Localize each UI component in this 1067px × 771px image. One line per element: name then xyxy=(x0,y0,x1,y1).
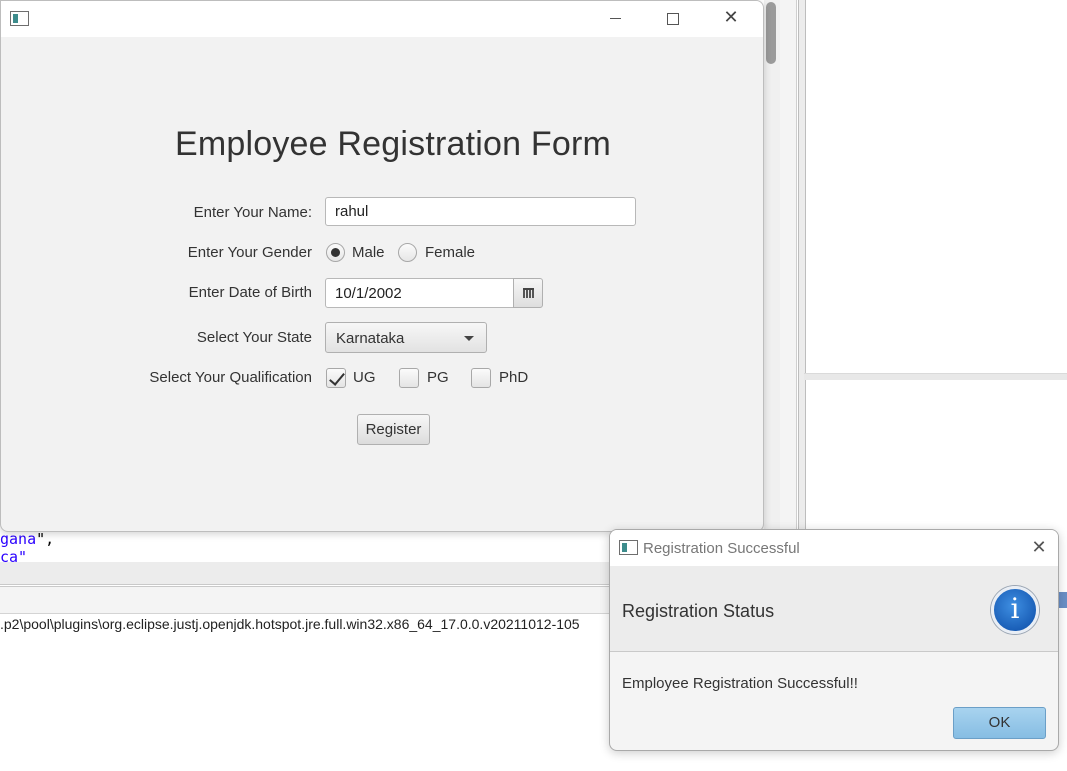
dialog-title: Registration Successful xyxy=(643,540,800,557)
minimize-icon xyxy=(609,18,621,19)
registration-success-dialog: Registration Successful ✕ Registration S… xyxy=(609,529,1059,751)
java-app-icon xyxy=(619,540,638,555)
dob-input[interactable] xyxy=(325,278,514,308)
name-input[interactable] xyxy=(325,197,636,226)
ide-panel-divider[interactable] xyxy=(804,373,1067,380)
gender-radio-female[interactable] xyxy=(398,243,417,262)
maximize-button[interactable] xyxy=(644,1,702,35)
maximize-icon xyxy=(667,12,679,25)
gender-male-label[interactable]: Male xyxy=(352,244,385,261)
gender-female-label[interactable]: Female xyxy=(425,244,475,261)
close-button[interactable]: ✕ xyxy=(702,1,760,35)
qualification-checkbox-pg[interactable] xyxy=(399,368,419,388)
ide-console-toolbar xyxy=(0,562,610,585)
minimize-button[interactable] xyxy=(586,1,644,35)
date-picker-button[interactable] xyxy=(513,278,543,308)
qualification-checkbox-phd[interactable] xyxy=(471,368,491,388)
calendar-icon xyxy=(523,288,534,298)
close-icon: ✕ xyxy=(723,7,739,28)
ide-scrollbar-thumb[interactable] xyxy=(766,2,776,64)
state-select-value: Karnataka xyxy=(336,330,405,347)
state-select[interactable]: Karnataka xyxy=(325,322,487,353)
qualification-pg-label[interactable]: PG xyxy=(427,369,449,386)
dob-label: Enter Date of Birth xyxy=(188,284,312,301)
ide-console-output[interactable] xyxy=(0,638,610,771)
dialog-header-text: Registration Status xyxy=(622,601,775,621)
gender-radio-male[interactable] xyxy=(326,243,345,262)
close-icon: ✕ xyxy=(1031,537,1047,558)
code-punct: ", xyxy=(36,530,55,548)
code-string: gana xyxy=(0,530,37,548)
qualification-phd-label[interactable]: PhD xyxy=(499,369,528,386)
ide-right-panel xyxy=(796,0,1067,530)
qualification-label: Select Your Qualification xyxy=(149,369,312,386)
chevron-down-icon xyxy=(464,336,474,341)
dialog-close-button[interactable]: ✕ xyxy=(1024,534,1054,562)
registration-form-window: ✕ Employee Registration Form Enter Your … xyxy=(0,0,764,532)
ide-sash-divider[interactable] xyxy=(798,0,806,530)
ide-sash[interactable] xyxy=(780,0,797,530)
gender-label: Enter Your Gender xyxy=(187,244,312,261)
dialog-header: Registration Status i xyxy=(610,566,1058,652)
dialog-titlebar[interactable]: Registration Successful ✕ xyxy=(610,530,1058,566)
ide-code-editor[interactable]: gana", ca" xyxy=(0,530,610,566)
state-label: Select Your State xyxy=(196,329,312,346)
ide-console-header xyxy=(0,586,610,614)
code-line: gana", xyxy=(0,530,54,548)
java-app-icon xyxy=(10,11,29,26)
register-button[interactable]: Register xyxy=(357,414,430,445)
name-label: Enter Your Name: xyxy=(193,204,312,221)
page-title: Employee Registration Form xyxy=(174,125,612,163)
ide-editor-scrollbar[interactable] xyxy=(764,0,780,530)
window-titlebar[interactable]: ✕ xyxy=(1,1,763,37)
dialog-message: Employee Registration Successful!! xyxy=(622,675,858,692)
qualification-ug-label[interactable]: UG xyxy=(353,369,376,386)
qualification-checkbox-ug[interactable] xyxy=(326,368,346,388)
console-launch-path: .p2\pool\plugins\org.eclipse.justj.openj… xyxy=(0,616,580,632)
info-icon: i xyxy=(991,586,1039,634)
ok-button[interactable]: OK xyxy=(953,707,1046,739)
